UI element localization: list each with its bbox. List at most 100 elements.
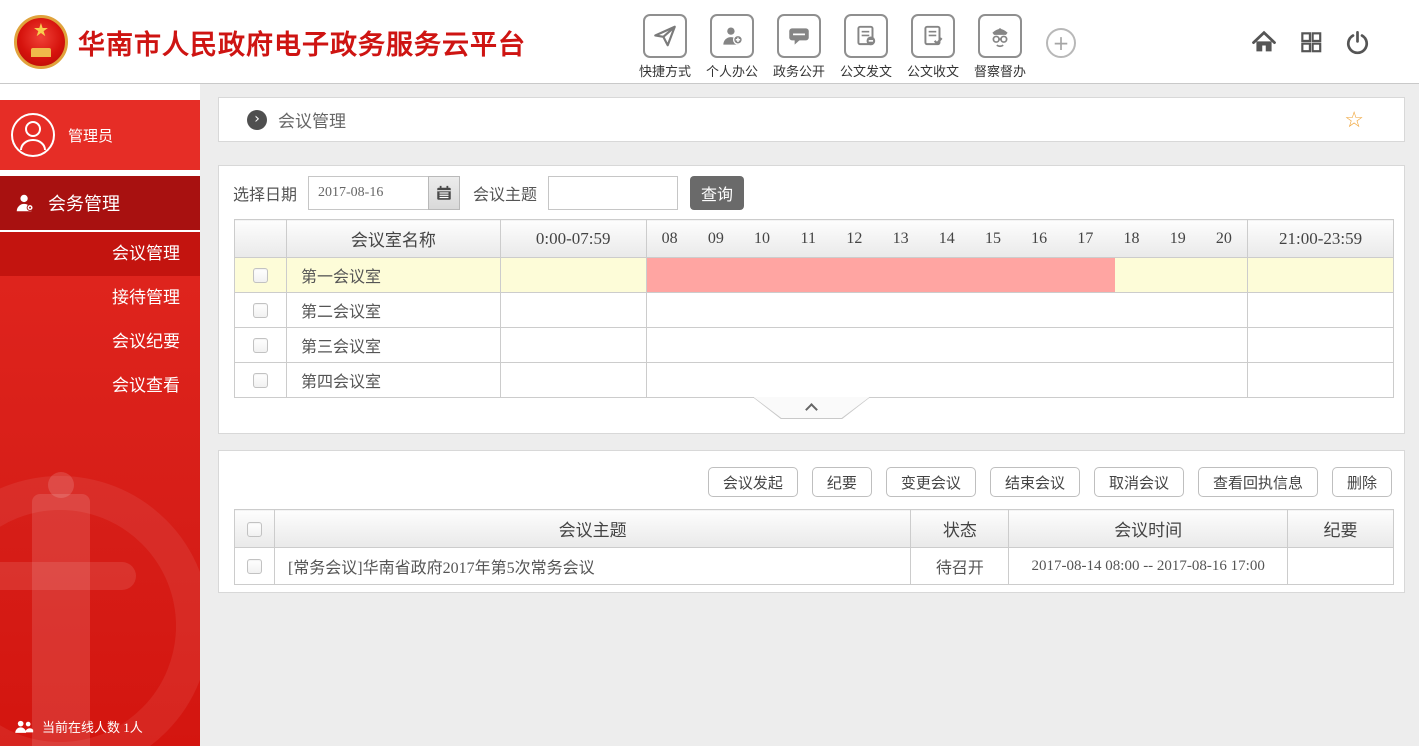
header-room-name: 会议室名称: [285, 219, 501, 258]
booking-bar[interactable]: [646, 258, 1115, 292]
header-late-hours: 21:00-23:59: [1247, 219, 1394, 258]
header-right-icons: [1250, 28, 1371, 56]
minutes-button[interactable]: 纪要: [811, 467, 872, 497]
early-cell[interactable]: [499, 327, 647, 363]
nav-item-supervision[interactable]: 督察督办: [971, 14, 1029, 80]
page-title-bar: › 会议管理 ☆: [218, 97, 1405, 142]
early-cell[interactable]: [499, 257, 647, 293]
hours-cell[interactable]: [645, 257, 1249, 293]
row-checkbox[interactable]: [252, 302, 268, 318]
row-checkbox[interactable]: [252, 337, 268, 353]
online-status: 当前在线人数 1人: [14, 717, 143, 736]
sidebar-item-meeting-minutes[interactable]: 会议纪要: [0, 320, 200, 364]
nav-item-doc-receive[interactable]: 公文收文: [904, 14, 962, 80]
action-button-row: 会议发起 纪要 变更会议 结束会议 取消会议 查看回执信息 删除: [219, 451, 1404, 497]
huabiao-watermark: [0, 466, 200, 746]
sidebar-group-label: 会务管理: [48, 194, 120, 214]
sidebar: 管理员 会务管理 会议管理 接待管理 会议纪要 会议查看 当前在线人数 1人: [0, 84, 200, 746]
filter-row: 选择日期 会议主题 查询: [219, 166, 1404, 219]
meeting-row-1: [常务会议]华南省政府2017年第5次常务会议 待召开 2017-08-14 0…: [234, 547, 1394, 585]
user-block[interactable]: 管理员: [0, 100, 200, 170]
brand: ★ 华南市人民政府电子政务服务云平台: [14, 0, 526, 84]
calendar-icon[interactable]: [428, 175, 461, 210]
speech-bubble-icon: [777, 14, 821, 58]
late-cell[interactable]: [1247, 327, 1394, 363]
late-cell[interactable]: [1247, 292, 1394, 328]
nav-item-doc-send[interactable]: 公文发文: [837, 14, 895, 80]
power-icon[interactable]: [1344, 29, 1371, 56]
row-checkbox[interactable]: [252, 372, 268, 388]
nav-item-gov-disclosure[interactable]: 政务公开: [770, 14, 828, 80]
select-all-checkbox[interactable]: [246, 522, 262, 538]
late-cell[interactable]: [1247, 362, 1394, 398]
chevron-right-circle-icon: ›: [247, 109, 267, 130]
schedule-collapse-button[interactable]: [752, 397, 871, 419]
users-group-icon: [14, 719, 34, 735]
header-hour-ticks: 08 09 10 11 12 13 14 15 16 17 18 19 20: [645, 219, 1249, 258]
plus-circle-icon[interactable]: +: [1046, 28, 1076, 58]
person-badge-icon: [14, 192, 36, 214]
nav-item-personal-office[interactable]: 个人办公: [703, 14, 761, 80]
meeting-table: 会议主题 状态 会议时间 纪要 [常务会议]华南省政府2017年第5次常务会议 …: [234, 509, 1394, 585]
room-table-header-row: 会议室名称 0:00-07:59 08 09 10 11 12 13 14 15: [234, 219, 1394, 258]
sidebar-menu: 会议管理 接待管理 会议纪要 会议查看 当前在线人数 1人: [0, 232, 200, 746]
hours-cell[interactable]: [645, 292, 1249, 328]
paper-plane-icon: [643, 14, 687, 58]
chevron-up-icon: [805, 403, 818, 416]
delete-button[interactable]: 删除: [1331, 467, 1392, 497]
header-check-cell: [234, 219, 287, 258]
end-meeting-button[interactable]: 结束会议: [989, 467, 1080, 497]
sidebar-group-meeting-affairs[interactable]: 会务管理: [0, 176, 200, 230]
cancel-meeting-button[interactable]: 取消会议: [1093, 467, 1184, 497]
meeting-list-panel: 会议发起 纪要 变更会议 结束会议 取消会议 查看回执信息 删除 会议主题 状态…: [218, 450, 1405, 593]
user-name: 管理员: [68, 128, 114, 145]
sidebar-item-reception-management[interactable]: 接待管理: [0, 276, 200, 320]
room-row-2: 第二会议室: [234, 292, 1394, 328]
row-checkbox[interactable]: [252, 267, 268, 283]
date-input[interactable]: [308, 175, 429, 210]
main-content: › 会议管理 ☆ 选择日期 会议主题 查询 会: [200, 84, 1419, 746]
header-icon-nav: 快捷方式 个人办公 政务公开 公文发文 公文收文 督察督办 +: [636, 14, 1076, 80]
app-window: ★ 华南市人民政府电子政务服务云平台 快捷方式 个人办公 政务公开 公文发文 公…: [0, 0, 1419, 746]
emblem-gate-shape: [31, 48, 51, 57]
header-early-hours: 0:00-07:59: [499, 219, 647, 258]
home-icon[interactable]: [1250, 28, 1278, 56]
change-meeting-button[interactable]: 变更会议: [885, 467, 976, 497]
topic-input[interactable]: [548, 175, 679, 210]
schedule-panel: 选择日期 会议主题 查询 会议室名称 0:00-07:59: [218, 165, 1405, 434]
avatar-icon: [10, 112, 56, 158]
meeting-status-cell: 待召开: [910, 547, 1010, 585]
emblem-star-icon: ★: [32, 20, 50, 40]
nav-item-shortcut[interactable]: 快捷方式: [636, 14, 694, 80]
meeting-topic-cell[interactable]: [常务会议]华南省政府2017年第5次常务会议: [273, 547, 912, 585]
person-plus-icon: [710, 14, 754, 58]
initiate-meeting-button[interactable]: 会议发起: [707, 467, 798, 497]
room-name-cell: 第二会议室: [285, 292, 501, 328]
query-button[interactable]: 查询: [690, 175, 745, 210]
header-minutes: 纪要: [1287, 509, 1394, 548]
room-name-cell: 第四会议室: [285, 362, 501, 398]
page-title: 会议管理: [278, 112, 346, 131]
sidebar-item-meeting-management[interactable]: 会议管理: [0, 232, 200, 276]
sidebar-item-meeting-view[interactable]: 会议查看: [0, 364, 200, 408]
room-schedule-table: 会议室名称 0:00-07:59 08 09 10 11 12 13 14 15: [234, 219, 1394, 398]
late-cell[interactable]: [1247, 257, 1394, 293]
doc-check-icon: [911, 14, 955, 58]
favorite-star-icon[interactable]: ☆: [1344, 108, 1364, 131]
early-cell[interactable]: [499, 362, 647, 398]
apps-grid-icon[interactable]: [1298, 29, 1324, 55]
police-icon: [978, 14, 1022, 58]
top-header: ★ 华南市人民政府电子政务服务云平台 快捷方式 个人办公 政务公开 公文发文 公…: [0, 0, 1419, 84]
hours-cell[interactable]: [645, 327, 1249, 363]
date-label: 选择日期: [233, 186, 298, 204]
header-topic: 会议主题: [273, 509, 912, 548]
online-count-text: 当前在线人数 1人: [42, 720, 143, 735]
meeting-minutes-cell: [1287, 547, 1394, 585]
room-name-cell: 第三会议室: [285, 327, 501, 363]
view-receipt-button[interactable]: 查看回执信息: [1197, 467, 1318, 497]
national-emblem-logo: ★: [14, 15, 68, 69]
header-status: 状态: [910, 509, 1010, 548]
row-checkbox[interactable]: [246, 558, 262, 574]
early-cell[interactable]: [499, 292, 647, 328]
hours-cell[interactable]: [645, 362, 1249, 398]
